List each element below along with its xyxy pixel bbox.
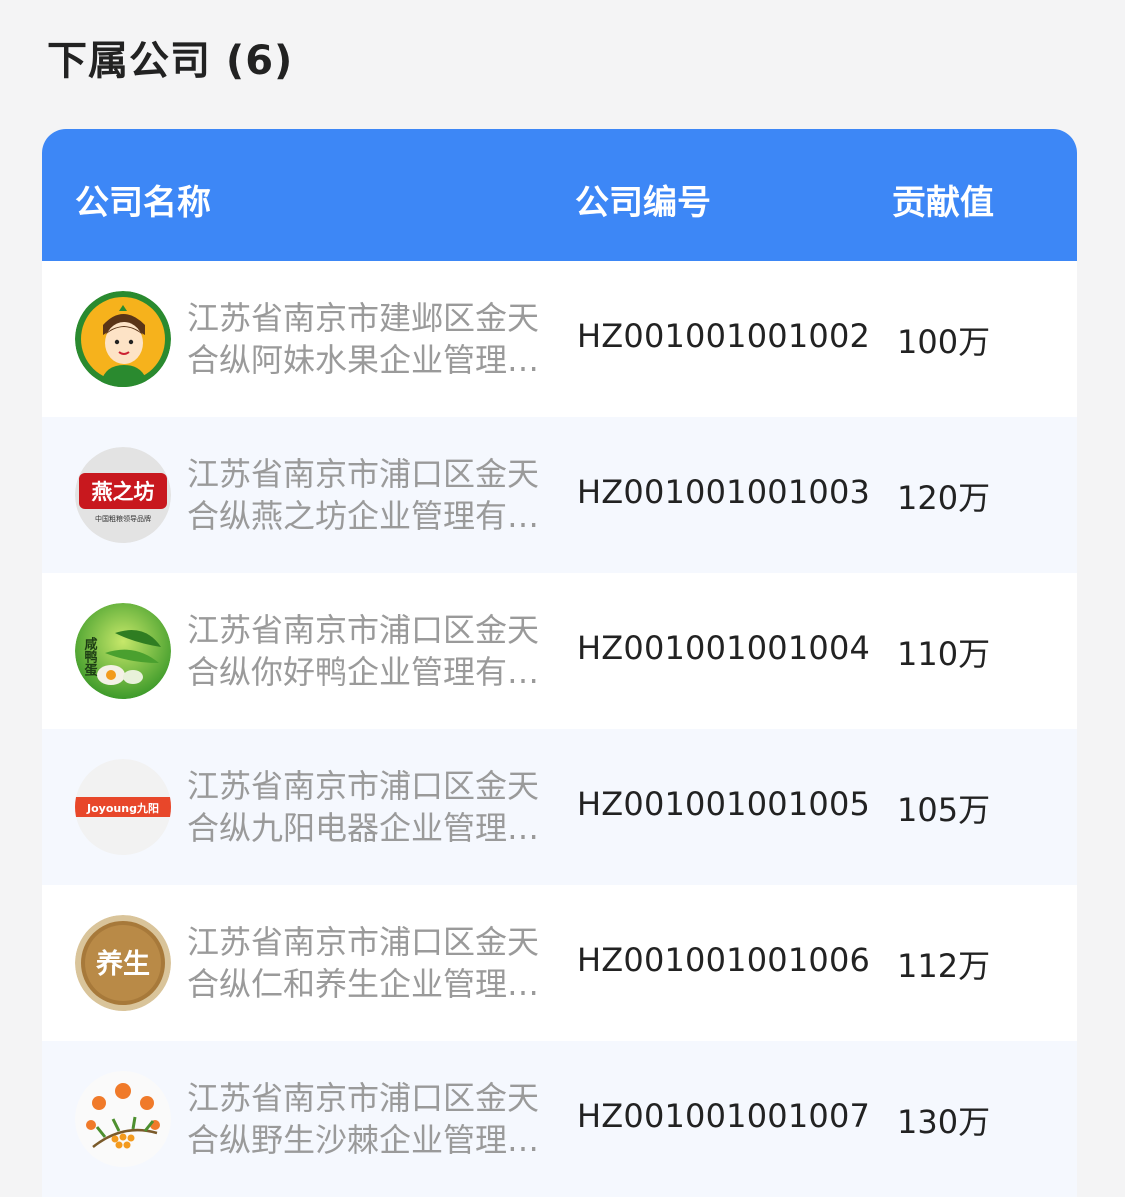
table-row[interactable]: Joyoung九阳 江苏省南京市浦口区金天合纵九阳电器企业管理有限公司 HZ00… <box>42 729 1077 885</box>
company-code: HZ001001001002 <box>577 317 871 355</box>
logo-text: 咸鸭蛋 <box>82 636 98 677</box>
table-row[interactable]: 燕之坊 中国粗粮领导品牌 江苏省南京市浦口区金天合纵燕之坊企业管理有限公司 HZ… <box>42 417 1077 573</box>
yanzhifang-logo-icon: 燕之坊 中国粗粮领导品牌 <box>75 447 171 543</box>
contribution-value: 120万 <box>897 479 991 517</box>
company-name: 江苏省南京市建邺区金天合纵阿妹水果企业管理有限公司 <box>187 299 540 379</box>
company-code: HZ001001001007 <box>577 1097 871 1135</box>
logo-text: Joyoung九阳 <box>86 801 159 815</box>
table-row[interactable]: 江苏省南京市浦口区金天合纵野生沙棘企业管理有限公司 HZ001001001007… <box>42 1041 1077 1197</box>
contribution-value: 130万 <box>897 1103 991 1141</box>
company-name: 江苏省南京市浦口区金天合纵燕之坊企业管理有限公司 <box>187 455 540 535</box>
company-name: 江苏省南京市浦口区金天合纵仁和养生企业管理有限公司 <box>187 923 540 1003</box>
sea-buckthorn-logo-icon <box>75 1071 171 1167</box>
company-name: 江苏省南京市浦口区金天合纵你好鸭企业管理有限公司 <box>187 611 540 691</box>
yangsheng-logo-icon: 养生 <box>75 915 171 1011</box>
company-code: HZ001001001004 <box>577 629 871 667</box>
company-name: 江苏省南京市浦口区金天合纵九阳电器企业管理有限公司 <box>187 767 540 847</box>
logo-subtext: 中国粗粮领导品牌 <box>95 514 151 523</box>
company-code: HZ001001001003 <box>577 473 871 511</box>
company-code: HZ001001001006 <box>577 941 871 979</box>
table-row[interactable]: 江苏省南京市建邺区金天合纵阿妹水果企业管理有限公司 HZ001001001002… <box>42 261 1077 417</box>
contribution-value: 105万 <box>897 791 991 829</box>
section-title: 下属公司 (6) <box>47 38 294 84</box>
joyoung-logo-icon: Joyoung九阳 <box>75 759 171 855</box>
salted-duck-egg-logo-icon: 咸鸭蛋 <box>75 603 171 699</box>
contribution-value: 100万 <box>897 323 991 361</box>
company-name: 江苏省南京市浦口区金天合纵野生沙棘企业管理有限公司 <box>187 1079 540 1159</box>
contribution-value: 112万 <box>897 947 991 985</box>
header-contribution: 贡献值 <box>892 183 994 223</box>
table-row[interactable]: 养生 江苏省南京市浦口区金天合纵仁和养生企业管理有限公司 HZ001001001… <box>42 885 1077 1041</box>
orange-girl-logo-icon <box>75 291 171 387</box>
logo-text: 养生 <box>96 948 150 980</box>
header-company-name: 公司名称 <box>75 183 211 223</box>
table-header: 公司名称 公司编号 贡献值 <box>42 129 1077 261</box>
contribution-value: 110万 <box>897 635 991 673</box>
logo-text: 燕之坊 <box>92 479 155 504</box>
company-code: HZ001001001005 <box>577 785 871 823</box>
header-company-code: 公司编号 <box>575 183 711 223</box>
subsidiary-table: 公司名称 公司编号 贡献值 江苏省南京市建邺区金天合纵阿妹水果企业管理有限公司 … <box>42 129 1077 1197</box>
table-row[interactable]: 咸鸭蛋 江苏省南京市浦口区金天合纵你好鸭企业管理有限公司 HZ001001001… <box>42 573 1077 729</box>
